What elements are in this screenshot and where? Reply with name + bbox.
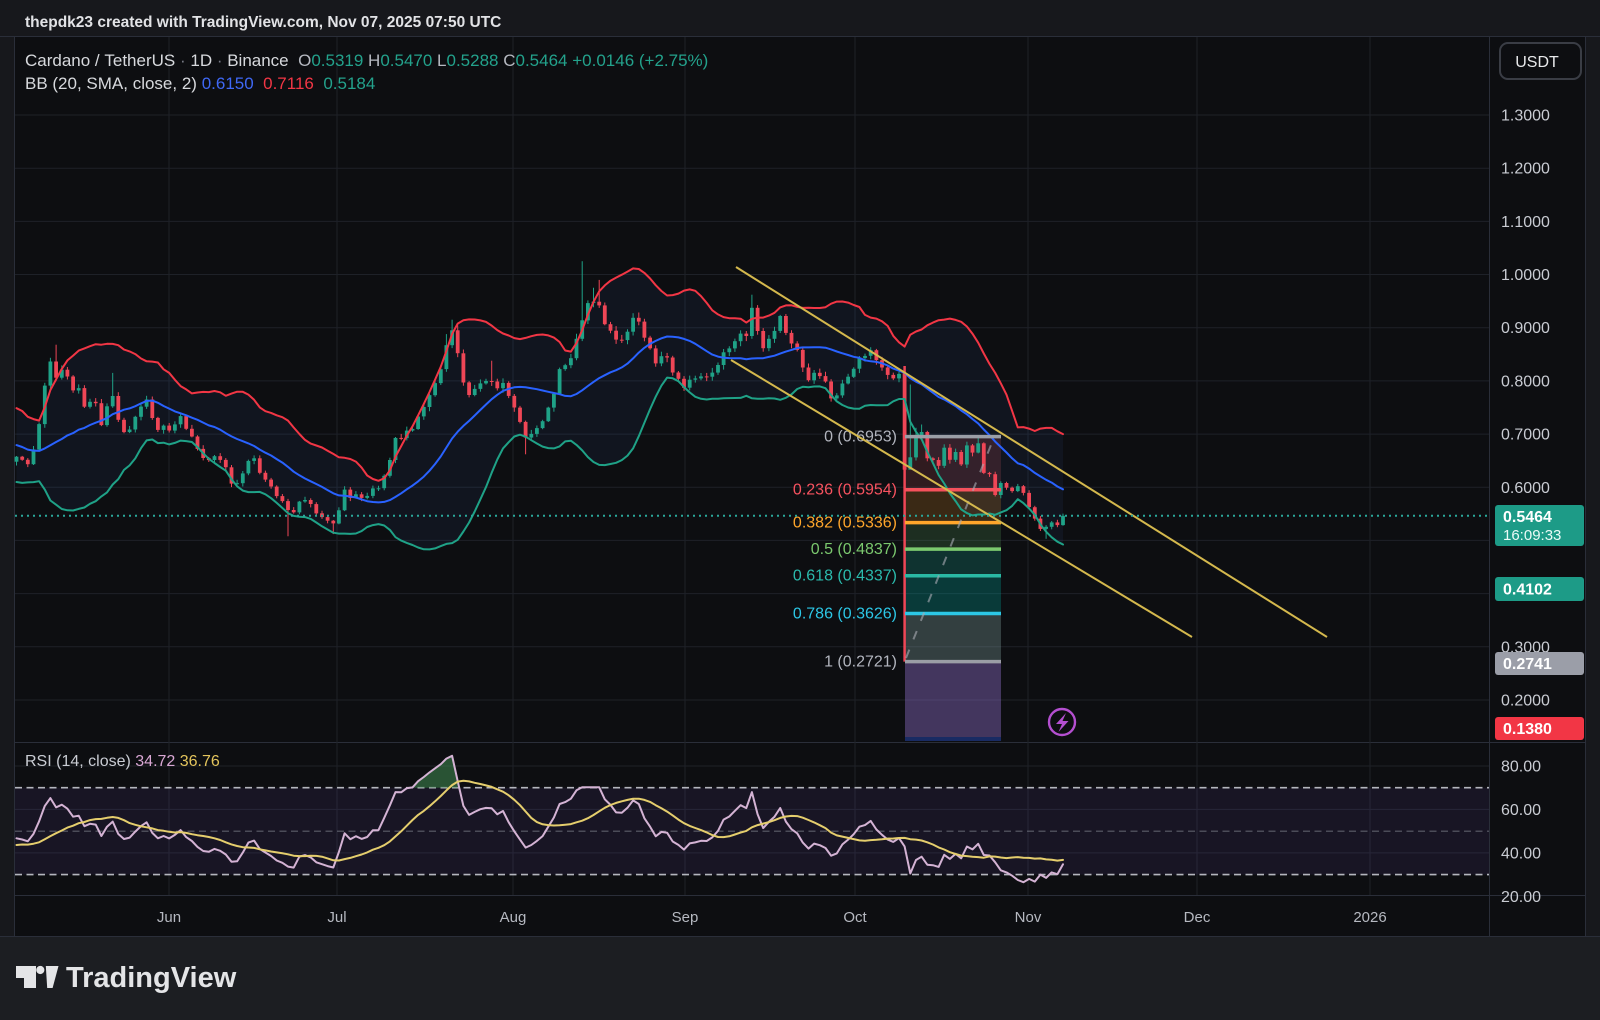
svg-text:0.2000: 0.2000 [1501,693,1550,710]
svg-text:1.0000: 1.0000 [1501,267,1550,284]
svg-text:60.00: 60.00 [1501,802,1541,819]
svg-text:0.236 (0.5954): 0.236 (0.5954) [793,482,897,499]
svg-text:2026: 2026 [1353,909,1386,926]
svg-text:USDT: USDT [1515,54,1559,71]
svg-text:Nov: Nov [1015,909,1042,926]
svg-text:Sep: Sep [672,909,699,926]
svg-text:1 (0.2721): 1 (0.2721) [824,654,897,671]
svg-text:Oct: Oct [843,909,867,926]
svg-text:0.9000: 0.9000 [1501,320,1550,337]
svg-text:20.00: 20.00 [1501,889,1541,906]
svg-text:RSI (14, close) 34.72 36.76: RSI (14, close) 34.72 36.76 [25,753,220,770]
svg-text:0.786 (0.3626): 0.786 (0.3626) [793,606,897,623]
svg-text:0.618 (0.4337): 0.618 (0.4337) [793,568,897,585]
svg-text:0.7000: 0.7000 [1501,427,1550,444]
svg-text:Jul: Jul [327,909,346,926]
svg-text:1.1000: 1.1000 [1501,214,1550,231]
svg-text:0.6000: 0.6000 [1501,480,1550,497]
svg-text:0.2741: 0.2741 [1503,656,1552,673]
svg-text:0.5 (0.4837): 0.5 (0.4837) [811,541,897,558]
svg-text:thepdk23 created with TradingV: thepdk23 created with TradingView.com, N… [25,14,501,31]
svg-text:0.1380: 0.1380 [1503,721,1552,738]
svg-text:1.3000: 1.3000 [1501,108,1550,125]
svg-text:0.382 (0.5336): 0.382 (0.5336) [793,515,897,532]
svg-text:0.8000: 0.8000 [1501,373,1550,390]
svg-text:40.00: 40.00 [1501,845,1541,862]
svg-text:80.00: 80.00 [1501,759,1541,776]
svg-text:0.4102: 0.4102 [1503,582,1552,599]
svg-text:TradingView: TradingView [66,962,237,994]
svg-text:1.2000: 1.2000 [1501,161,1550,178]
svg-text:BB (20, SMA, close, 2) 0.6150: BB (20, SMA, close, 2) 0.6150 0.7116 0.5… [25,74,375,93]
svg-text:Cardano / TetherUS · 1D · Bina: Cardano / TetherUS · 1D · Binance O0.531… [25,51,708,70]
svg-text:0.5464: 0.5464 [1503,509,1552,526]
svg-text:Aug: Aug [500,909,527,926]
svg-text:Jun: Jun [157,909,181,926]
svg-text:16:09:33: 16:09:33 [1503,527,1561,544]
svg-text:Dec: Dec [1184,909,1211,926]
